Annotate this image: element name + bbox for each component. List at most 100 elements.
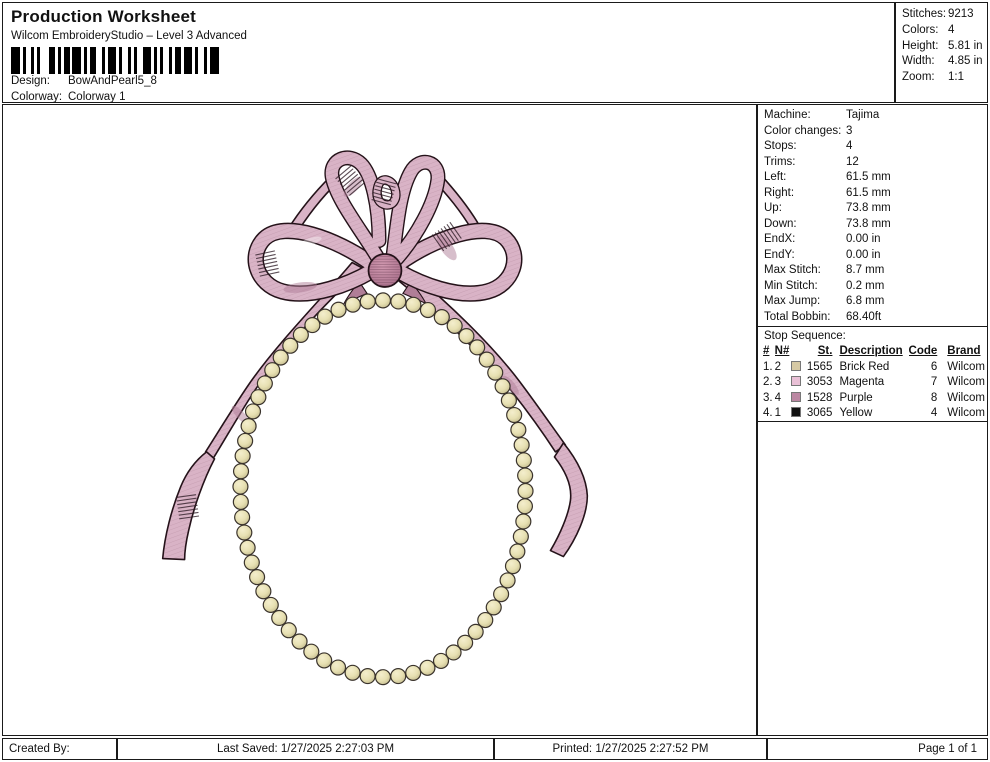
machine-info-row: EndX: 0.00 in bbox=[764, 233, 987, 249]
pearl bbox=[517, 482, 534, 500]
barcode-space bbox=[40, 47, 50, 74]
swatch-cell bbox=[791, 375, 804, 391]
machine-info-row-label: Color changes: bbox=[764, 124, 842, 137]
stop-cell: 1528 bbox=[806, 391, 833, 404]
pearl bbox=[469, 339, 486, 356]
machine-info-row: Left: 61.5 mm bbox=[764, 171, 987, 187]
pearl bbox=[236, 524, 253, 541]
panel-divider-bottom bbox=[758, 421, 987, 422]
stop-cell: Wilcom bbox=[947, 376, 985, 389]
pearl bbox=[232, 493, 249, 511]
machine-info-row-value: 0.00 in bbox=[846, 248, 881, 261]
machine-info-row: Trims: 12 bbox=[764, 156, 987, 172]
colorway-row: Colorway: Colorway 1 bbox=[11, 91, 126, 103]
pearl bbox=[234, 447, 251, 465]
pearl bbox=[405, 664, 422, 681]
colorway-label: Colorway: bbox=[11, 91, 63, 103]
machine-info-row-label: Right: bbox=[764, 186, 795, 199]
stat-row: Zoom: 1:1 bbox=[902, 71, 987, 87]
pearl bbox=[244, 403, 262, 420]
pearl bbox=[250, 389, 267, 406]
pearl bbox=[510, 421, 527, 438]
colorway-value: Colorway 1 bbox=[68, 91, 126, 103]
stop-cell: 2 bbox=[774, 360, 782, 373]
pearl bbox=[240, 418, 257, 435]
stat-row-label: Height: bbox=[902, 39, 939, 52]
pearl bbox=[243, 554, 260, 571]
pearl bbox=[515, 452, 532, 469]
stop-cell: 1 bbox=[774, 407, 782, 420]
pearl bbox=[485, 599, 502, 616]
column-header: St. bbox=[817, 345, 833, 358]
stop-cell: 6 bbox=[930, 360, 938, 373]
stop-cell: 3. bbox=[763, 391, 773, 404]
pearl bbox=[506, 406, 523, 424]
machine-info-panel: Machine: Tajima Color changes: 3 Stops: 4 Trim… bbox=[757, 104, 988, 736]
header-box: Production Worksheet Wilcom EmbroiderySt… bbox=[2, 2, 895, 103]
barcode-bar bbox=[11, 47, 20, 74]
stop-cell: Yellow bbox=[839, 407, 873, 420]
stop-sequence-row: 2. 3 3053 Magenta 7 Wilcom bbox=[763, 375, 987, 391]
stop-cell: Wilcom bbox=[947, 391, 985, 404]
stat-row-label: Zoom: bbox=[902, 71, 935, 84]
pearl bbox=[499, 572, 516, 589]
design-label: Design: bbox=[11, 75, 50, 87]
machine-info-row-value: Tajima bbox=[846, 109, 880, 121]
pearl-oval-frame bbox=[232, 292, 534, 686]
stop-cell: 2. bbox=[763, 376, 773, 389]
design-preview-canvas bbox=[2, 104, 757, 736]
stat-row-label: Stitches: bbox=[902, 8, 947, 20]
stop-cell: Purple bbox=[839, 391, 873, 404]
swatch-cell bbox=[791, 406, 804, 422]
machine-info-row-label: Machine: bbox=[764, 109, 811, 121]
machine-info-row-value: 61.5 mm bbox=[846, 171, 891, 183]
pearl bbox=[374, 669, 392, 686]
machine-info-row-label: EndX: bbox=[764, 233, 796, 245]
machine-info-row: Down: 73.8 mm bbox=[764, 218, 987, 234]
pearl bbox=[374, 292, 392, 309]
pearl bbox=[271, 609, 288, 627]
design-name-row: Design: BowAndPearl5_8 bbox=[11, 75, 157, 87]
stop-cell: 3065 bbox=[806, 407, 833, 420]
barcode-bar bbox=[183, 47, 193, 74]
pearl bbox=[264, 362, 281, 379]
bow-center-knot bbox=[367, 253, 403, 288]
machine-info-row: EndY: 0.00 in bbox=[764, 249, 987, 265]
machine-info-row-label: Max Stitch: bbox=[764, 264, 821, 276]
pearl bbox=[487, 364, 504, 381]
footer-page-number: Page 1 of 1 bbox=[767, 738, 988, 760]
pearl bbox=[344, 664, 361, 681]
pearl bbox=[493, 586, 510, 603]
machine-info-row-value: 6.8 mm bbox=[846, 295, 885, 307]
machine-info-row-label: Min Stitch: bbox=[764, 279, 818, 292]
machine-info-row: Color changes: 3 bbox=[764, 125, 987, 141]
barcode-icon bbox=[11, 47, 219, 74]
pearl bbox=[256, 375, 273, 392]
pearl bbox=[249, 569, 266, 586]
pearl bbox=[446, 317, 463, 334]
machine-info-row-value: 3 bbox=[846, 124, 853, 137]
embroidery-design-preview bbox=[161, 150, 589, 686]
pearl bbox=[494, 378, 511, 395]
pearl bbox=[255, 583, 272, 600]
column-header: Code bbox=[908, 345, 938, 358]
stop-cell: 1565 bbox=[806, 360, 833, 373]
machine-info-row-value: 8.7 mm bbox=[846, 264, 885, 276]
machine-info-row: Max Stitch: 8.7 mm bbox=[764, 264, 987, 280]
pearl bbox=[359, 668, 376, 685]
pearl bbox=[316, 652, 333, 669]
stat-row: Colors: 4 bbox=[902, 24, 987, 40]
column-header: # bbox=[763, 345, 770, 358]
machine-info-row-value: 73.8 mm bbox=[846, 217, 891, 230]
pearl bbox=[280, 622, 297, 639]
machine-info-row-label: Up: bbox=[764, 202, 782, 214]
swatch-cell bbox=[791, 390, 804, 406]
stop-cell: 4 bbox=[930, 407, 938, 420]
stop-sequence-row: 4. 1 3065 Yellow 4 Wilcom bbox=[763, 406, 987, 422]
barcode-bar bbox=[142, 47, 152, 74]
pearl bbox=[458, 327, 475, 345]
pearl bbox=[405, 296, 422, 313]
pearl bbox=[344, 296, 361, 313]
app-version-subtitle: Wilcom EmbroideryStudio – Level 3 Advanc… bbox=[11, 30, 247, 42]
machine-info-row: Up: 73.8 mm bbox=[764, 202, 987, 218]
